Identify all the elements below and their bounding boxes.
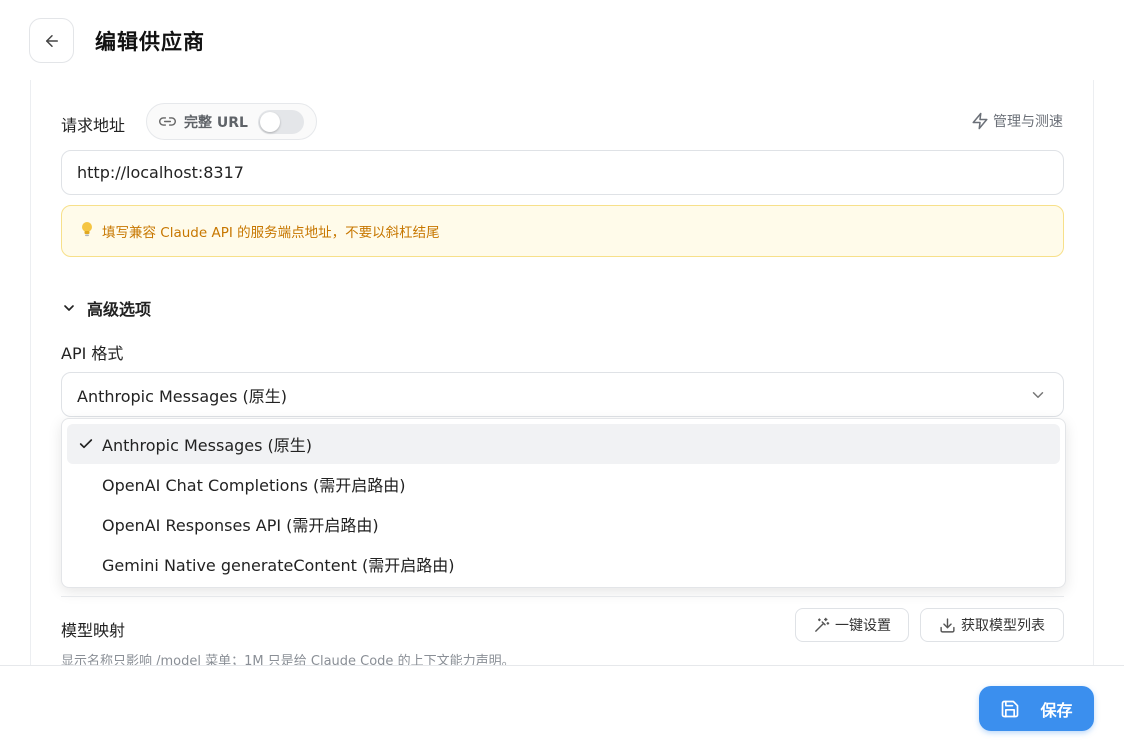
url-hint-text: 填写兼容 Claude API 的服务端点地址，不要以斜杠结尾 [102, 225, 440, 241]
request-url-input[interactable] [61, 150, 1064, 195]
api-format-option-label: Gemini Native generateContent (需开启路由) [102, 556, 455, 575]
api-format-option-label: OpenAI Responses API (需开启路由) [102, 516, 379, 535]
lightning-icon [972, 112, 988, 130]
api-format-option[interactable]: Gemini Native generateContent (需开启路由) [67, 544, 1060, 584]
url-hint: 填写兼容 Claude API 的服务端点地址，不要以斜杠结尾 [61, 205, 1064, 257]
chevron-down-icon [64, 305, 74, 311]
advanced-options-toggle[interactable]: 高级选项 [61, 296, 151, 320]
model-mapping-description: 显示名称只影响 /model 菜单；1M 只是给 Claude Code 的上下… [61, 654, 515, 665]
one-click-setup-button[interactable]: 一键设置 [795, 608, 909, 642]
form-content[interactable]: 请求地址 完整 URL 管理与测速 填写兼容 Claude API 的服务端点地… [30, 80, 1094, 665]
manage-speedtest-label: 管理与测速 [993, 114, 1063, 130]
api-format-select[interactable]: Anthropic Messages (原生) [61, 372, 1064, 417]
full-url-toggle[interactable]: 完整 URL [146, 103, 317, 140]
full-url-switch[interactable] [258, 110, 304, 134]
download-icon [940, 617, 955, 633]
advanced-options-label: 高级选项 [87, 300, 152, 319]
api-format-option[interactable]: Anthropic Messages (原生) [67, 424, 1060, 464]
save-button[interactable]: 保存 [979, 686, 1094, 731]
api-format-selected-value: Anthropic Messages (原生) [77, 386, 288, 406]
footer: 保存 [0, 665, 1124, 750]
one-click-setup-label: 一键设置 [835, 618, 891, 634]
section-divider [61, 596, 1064, 597]
lightbulb-icon [80, 221, 94, 241]
request-url-label: 请求地址 [61, 116, 126, 135]
chevron-down-icon [1032, 392, 1044, 398]
check-icon [79, 439, 93, 449]
model-mapping-label: 模型映射 [61, 621, 126, 640]
fetch-model-list-label: 获取模型列表 [961, 618, 1045, 634]
full-url-label: 完整 URL [184, 114, 248, 131]
save-icon [1002, 700, 1019, 717]
api-format-option-label: OpenAI Chat Completions (需开启路由) [102, 476, 406, 495]
api-format-dropdown: Anthropic Messages (原生) OpenAI Chat Comp… [61, 418, 1066, 588]
api-format-option[interactable]: OpenAI Responses API (需开启路由) [67, 504, 1060, 544]
switch-knob [260, 112, 280, 132]
link-icon [159, 117, 176, 126]
arrow-left-icon [45, 34, 58, 47]
magic-wand-icon [815, 617, 830, 632]
api-format-option-label: Anthropic Messages (原生) [102, 436, 313, 455]
header: 编辑供应商 [0, 0, 1124, 80]
manage-speedtest-button[interactable]: 管理与测速 [971, 111, 1063, 131]
api-format-option[interactable]: OpenAI Chat Completions (需开启路由) [67, 464, 1060, 504]
page-title: 编辑供应商 [95, 30, 205, 54]
api-format-label: API 格式 [61, 344, 124, 363]
back-button[interactable] [29, 18, 74, 63]
save-label: 保存 [1040, 700, 1073, 720]
fetch-model-list-button[interactable]: 获取模型列表 [920, 608, 1064, 642]
